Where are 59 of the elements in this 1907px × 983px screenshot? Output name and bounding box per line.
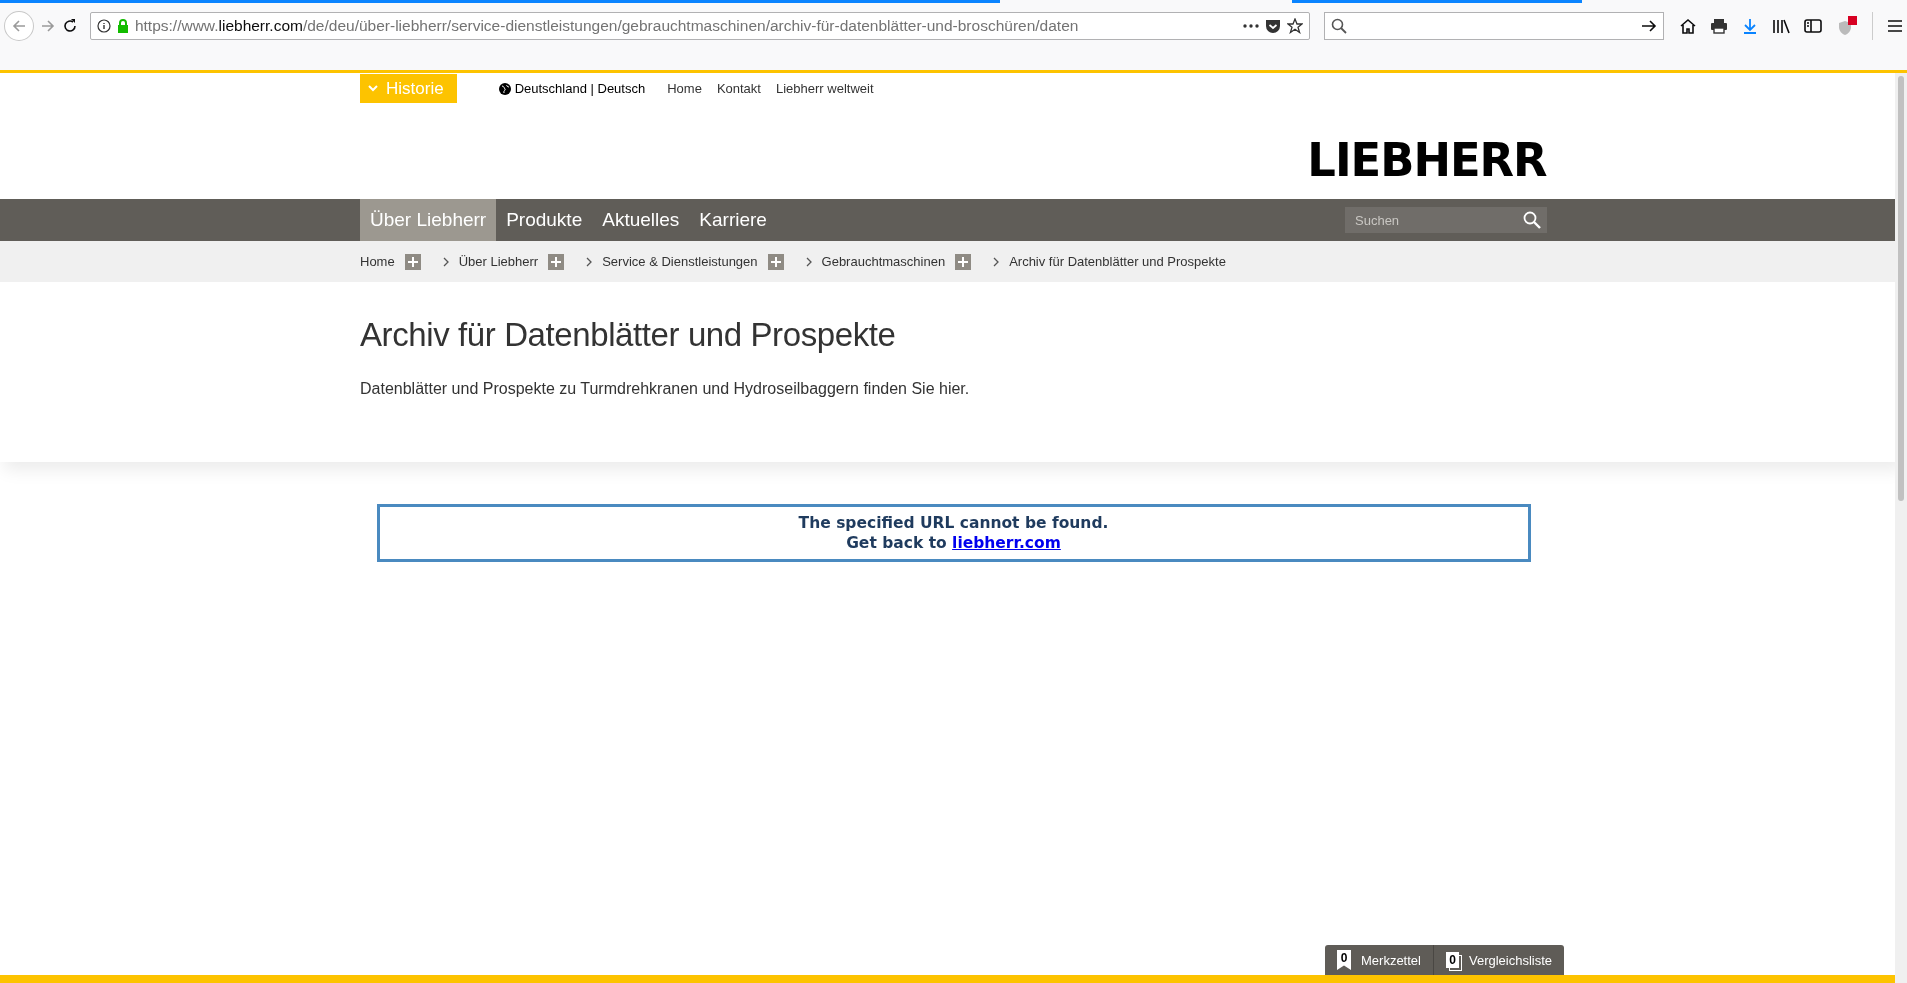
- header-link[interactable]: Kontakt: [716, 81, 761, 96]
- chevron-right-icon: [442, 256, 449, 267]
- lock-icon: [116, 19, 129, 33]
- print-icon[interactable]: [1710, 18, 1728, 34]
- page-title: Archiv für Datenblätter und Prospekte: [360, 315, 897, 354]
- info-icon[interactable]: [96, 19, 111, 33]
- breadcrumb-link[interactable]: Archiv für Datenblätter und Prospekte: [1009, 254, 1226, 269]
- search-icon: [1331, 18, 1348, 34]
- breadcrumb-link[interactable]: Home: [360, 254, 395, 269]
- sidebar-icon[interactable]: [1804, 18, 1822, 34]
- back-text: Get back to liebherr.com: [846, 533, 1061, 553]
- pocket-icon[interactable]: [1265, 18, 1282, 34]
- nav-tab[interactable]: Karriere: [689, 199, 777, 241]
- plus-icon: [770, 256, 781, 267]
- star-icon[interactable]: [1287, 18, 1304, 34]
- scrollbar[interactable]: [1895, 73, 1907, 983]
- chevron-right-icon: [993, 256, 1000, 267]
- search-field[interactable]: Suchen: [1345, 207, 1517, 233]
- globe-icon: [498, 82, 511, 95]
- intro-text: Datenblätter und Prospekte zu Turmdrehkranen und Hydroseilbaggern finden Sie hier.: [360, 380, 971, 398]
- chevron-right-icon: [586, 256, 593, 267]
- plus-icon: [407, 256, 418, 267]
- chevron-right-icon: [805, 256, 812, 267]
- go-arrow-icon[interactable]: [1641, 19, 1657, 33]
- breadcrumb-link[interactable]: Über Liebherr: [458, 254, 539, 269]
- reload-icon[interactable]: [61, 18, 78, 34]
- expand-button[interactable]: [767, 253, 784, 270]
- search-icon: [1523, 211, 1541, 229]
- search-button[interactable]: [1517, 207, 1547, 233]
- expand-button[interactable]: [548, 253, 565, 270]
- home-icon[interactable]: [1680, 18, 1696, 34]
- breadcrumb-link[interactable]: Service & Dienstleistungen: [602, 254, 758, 269]
- compare-count-icon: 0: [1445, 952, 1459, 968]
- back-arrow-icon: [11, 18, 27, 34]
- plus-icon: [958, 256, 969, 267]
- notepad-tab[interactable]: 0 Merkzettel: [1325, 945, 1433, 975]
- forward-button-icon[interactable]: [39, 18, 56, 34]
- library-icon[interactable]: [1772, 18, 1790, 34]
- download-icon[interactable]: [1742, 18, 1758, 34]
- plus-icon: [551, 256, 562, 267]
- error-message: The specified URL cannot be found.: [798, 513, 1109, 533]
- expand-button[interactable]: [955, 253, 972, 270]
- region-language-link[interactable]: Deutschland | Deutsch: [514, 81, 646, 96]
- breadcrumb-link[interactable]: Gebrauchtmaschinen: [821, 254, 946, 269]
- logo[interactable]: LIEBHERR: [1307, 139, 1547, 181]
- menu-icon[interactable]: [1887, 19, 1903, 33]
- nav-tab[interactable]: Produkte: [496, 199, 593, 241]
- nav-tab[interactable]: Aktuelles: [592, 199, 690, 241]
- more-icon[interactable]: [1243, 24, 1260, 28]
- header-link[interactable]: Liebherr weltweit: [775, 81, 874, 96]
- address-bar[interactable]: https://www.liebherr.com/de/deu/über-liebherr/service-dienstleistungen/gebrauchtmaschinen/archiv-für-datenblätter-und-broschüren/daten: [89, 12, 1311, 40]
- site-link[interactable]: liebherr.com: [952, 534, 1061, 552]
- chevron-down-icon: [368, 85, 378, 92]
- header-link[interactable]: Home: [667, 81, 702, 96]
- search-field[interactable]: [1324, 12, 1664, 40]
- url-text: https://www.liebherr.com/de/deu/über-liebherr/service-dienstleistungen/gebrauchtmaschinen/archiv-für-datenblätter-und-broschüren/daten: [134, 17, 1080, 35]
- shield-icon[interactable]: [1836, 15, 1858, 37]
- bookmark-count-icon: 0: [1337, 950, 1351, 970]
- expand-button[interactable]: [404, 253, 421, 270]
